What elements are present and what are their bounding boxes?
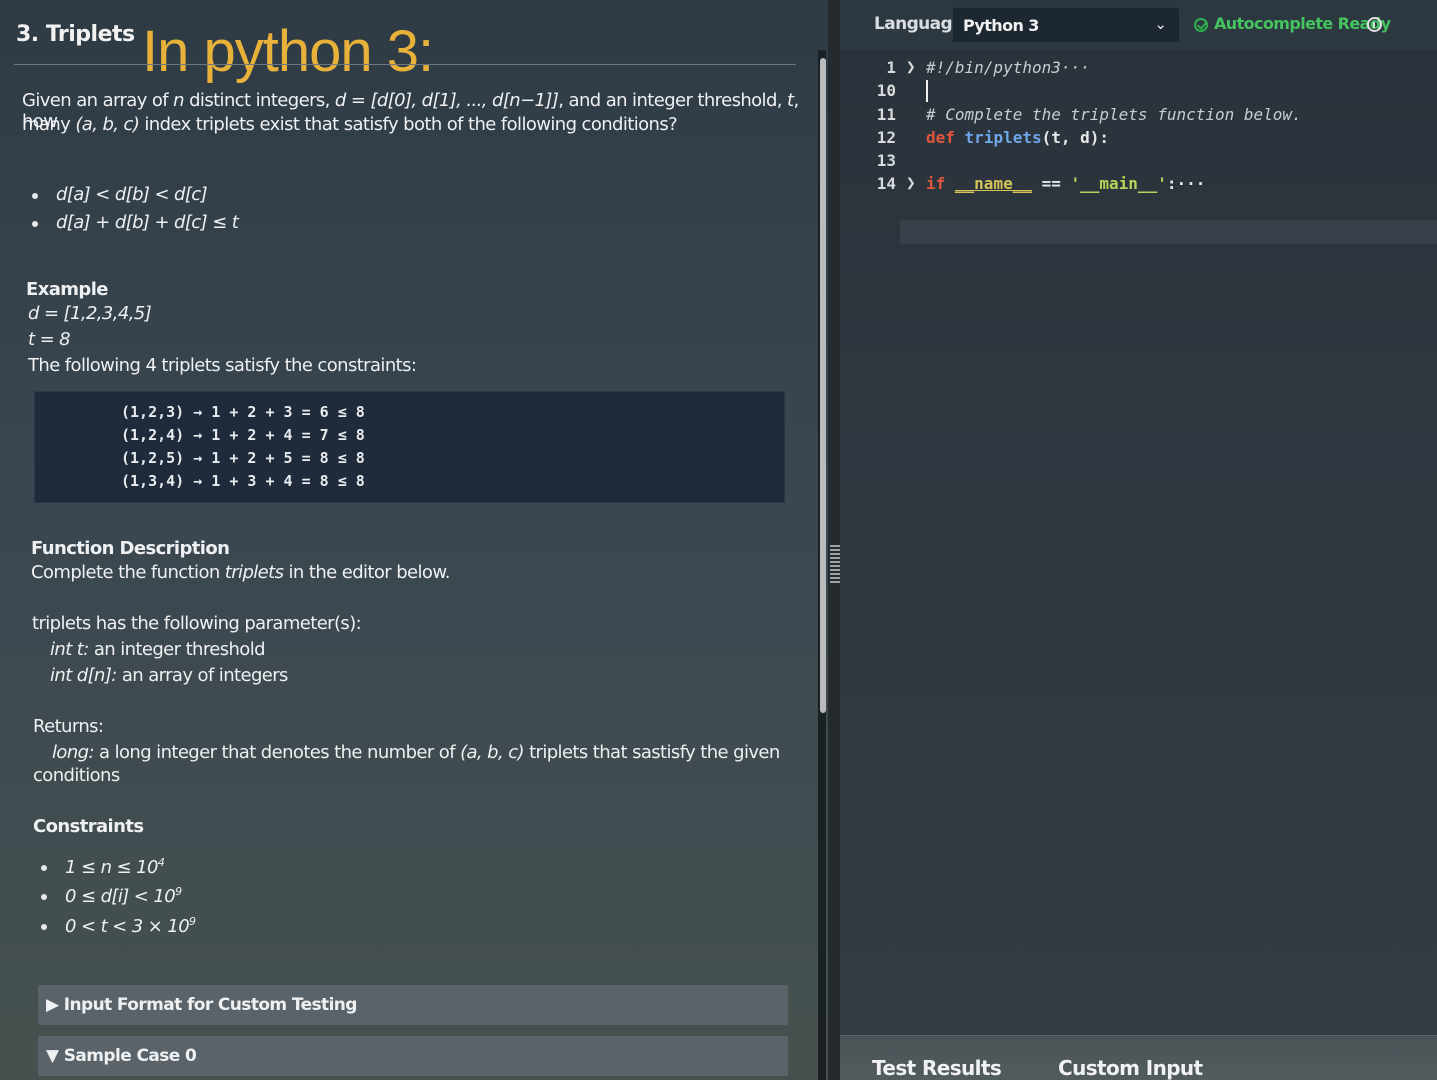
desc-text: a long integer that denotes the number o… [93,742,461,763]
desc-var-abc: (a, b, c) [75,114,140,135]
problem-scrollbar-thumb[interactable] [820,58,826,713]
desc-text: many [22,114,76,135]
language-select[interactable]: Python 3 ⌄ [952,7,1180,43]
parameters-heading: triplets has the following parameter(s): [32,613,362,634]
example-line: (1,2,4) → 1 + 2 + 4 = 7 ≤ 8 [121,426,365,444]
param-desc: an array of integers [116,665,289,686]
info-icon[interactable] [1367,17,1382,32]
desc-var-d: d = [d[0], d[1], ..., d[n−1]] [334,90,559,111]
return-type: long: [52,742,95,763]
code-keyword: def [926,128,955,147]
active-line-highlight [900,220,1437,244]
autocomplete-status[interactable]: Autocomplete Ready [1214,14,1391,33]
parameter-t: int t: an integer threshold [50,639,266,660]
sample-case-accordion[interactable]: ▼ Sample Case 0 [38,1036,788,1076]
line-number: 10 [876,81,896,100]
constraint-exponent: 9 [189,915,196,928]
chevron-down-icon: ⌄ [1154,15,1167,33]
line-number: 12 [876,128,896,147]
language-label: Language [874,14,964,34]
example-t: t = 8 [28,329,71,350]
param-name: int t: [50,639,89,660]
handwritten-annotation: In python 3: [142,19,434,84]
param-name: int d[n]: [50,665,117,686]
fold-chevron-icon[interactable]: ❯ [906,57,916,76]
line-number: 13 [876,151,896,170]
desc-var-n: n [173,90,184,111]
sample-case-label: ▼ Sample Case 0 [46,1046,197,1066]
example-d: d = [1,2,3,4,5] [28,303,152,324]
code-line: # Complete the triplets function below. [926,105,1302,124]
code-editor[interactable]: 1 ❯ #!/bin/python3··· 10 11 # Complete t… [840,50,1437,1035]
code-text: :··· [1166,174,1206,193]
code-function-name: triplets [964,128,1042,147]
line-number: 1 [886,58,896,77]
code-line: if __name__ == '__main__':··· [926,174,1205,193]
fold-chevron-icon[interactable]: ❯ [906,173,916,192]
input-format-label: ▶ Input Format for Custom Testing [46,995,357,1015]
desc-text: distinct integers, [183,90,335,111]
example-code-block: (1,2,3) → 1 + 2 + 3 = 6 ≤ 8 (1,2,4) → 1 … [34,391,785,503]
text-cursor [926,80,928,102]
constraint-text: 0 < t < 3 × 10 [65,916,190,937]
condition-2: d[a] + d[b] + d[c] ≤ t [31,212,239,233]
constraints-heading: Constraints [33,816,144,837]
example-line: (1,2,3) → 1 + 2 + 3 = 6 ≤ 8 [121,403,365,421]
constraint-3: 0 < t < 3 × 109 [40,915,196,937]
constraint-text: 0 ≤ d[i] < 10 [65,886,176,907]
desc-text: triplets that sastisfy the given [523,742,780,763]
code-line: def triplets(t, d): [926,128,1109,147]
constraint-exponent: 4 [157,856,165,869]
line-number: 11 [876,105,896,124]
check-circle-icon [1194,18,1208,32]
function-description-heading: Function Description [31,538,230,559]
desc-text: in the editor below. [283,562,451,583]
example-text: The following 4 triplets satisfy the con… [28,355,417,376]
returns-description-line2: conditions [33,765,120,786]
function-description-text: Complete the function triplets in the ed… [31,562,451,583]
code-operator: == [1031,174,1071,193]
problem-panel: 3. Triplets In python 3: Given an array … [0,0,828,1080]
input-format-accordion[interactable]: ▶ Input Format for Custom Testing [38,985,788,1025]
parameter-d: int d[n]: an array of integers [50,665,288,686]
panel-splitter[interactable] [828,0,840,1080]
example-heading: Example [26,279,108,300]
code-line: #!/bin/python3··· [926,58,1090,77]
code-string: '__main__' [1070,174,1167,193]
tab-test-results[interactable]: Test Results [872,1056,1002,1080]
problem-description-line2: many (a, b, c) index triplets exist that… [22,114,678,135]
example-line: (1,3,4) → 1 + 3 + 4 = 8 ≤ 8 [121,472,365,490]
code-dunder: __name__ [954,174,1032,193]
constraint-2: 0 ≤ d[i] < 109 [41,885,182,907]
code-text: (t, d): [1041,128,1110,147]
tab-custom-input[interactable]: Custom Input [1058,1056,1203,1080]
language-value: Python 3 [963,16,1039,35]
condition-1: d[a] < d[b] < d[c] [31,184,208,205]
splitter-grip-icon[interactable] [830,545,840,585]
desc-text: , and an integer threshold, [558,90,788,111]
function-name: triplets [224,562,284,583]
returns-heading: Returns: [33,716,104,737]
param-desc: an integer threshold [88,639,266,660]
bottom-tab-bar: Test Results Custom Input [840,1035,1437,1080]
editor-panel: Language Python 3 ⌄ Autocomplete Ready 1… [840,0,1437,1080]
constraint-exponent: 9 [175,885,182,898]
returns-description: long: a long integer that denotes the nu… [52,742,780,763]
problem-title: 3. Triplets [16,22,135,47]
example-line: (1,2,5) → 1 + 2 + 5 = 8 ≤ 8 [121,449,365,467]
desc-text: Complete the function [31,562,225,583]
title-divider [14,64,796,65]
code-keyword: if [926,174,946,193]
constraint-text: 1 ≤ n ≤ 10 [65,857,158,878]
desc-text: index triplets exist that satisfy both o… [139,114,678,135]
constraint-1: 1 ≤ n ≤ 104 [40,856,165,878]
desc-text: Given an array of [22,90,174,111]
desc-var-abc: (a, b, c) [460,742,524,763]
line-number: 14 [876,174,896,193]
